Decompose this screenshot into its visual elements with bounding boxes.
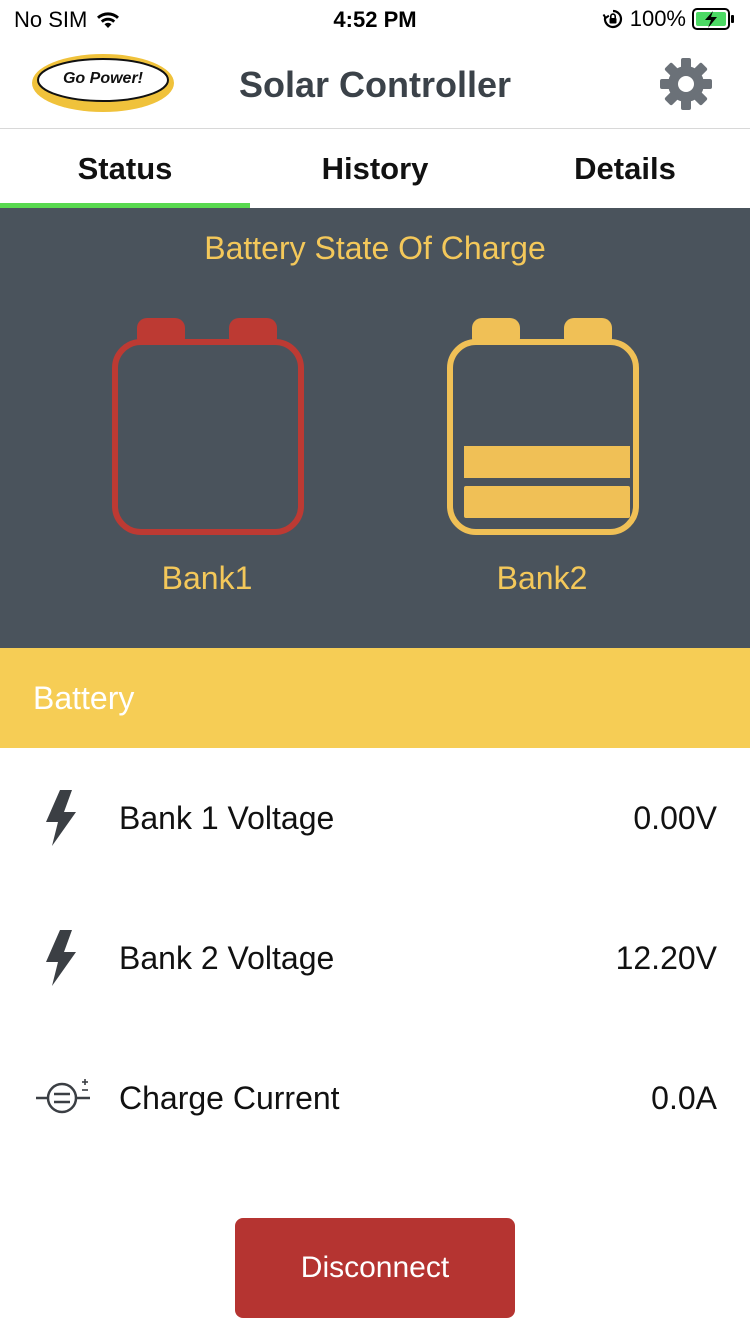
disconnect-button[interactable]: Disconnect xyxy=(235,1218,515,1318)
lightning-icon xyxy=(46,930,76,986)
page-title: Solar Controller xyxy=(238,64,512,105)
status-right: 100% xyxy=(602,6,736,32)
section-title: Battery xyxy=(33,680,135,716)
settings-gear-icon[interactable] xyxy=(658,56,714,112)
charge-current-row: Charge Current 0.0A xyxy=(0,1028,750,1168)
orientation-lock-icon xyxy=(602,9,622,29)
bank2-label: Bank2 xyxy=(496,560,588,596)
soc-title: Battery State Of Charge xyxy=(204,230,546,266)
bank2-voltage-label: Bank 2 Voltage xyxy=(119,940,335,976)
tab-history[interactable]: History xyxy=(250,129,500,208)
bank1-voltage-row: Bank 1 Voltage 0.00V xyxy=(0,748,750,888)
bank1-battery: Bank1 xyxy=(102,316,312,597)
bank1-label: Bank1 xyxy=(161,560,253,596)
tab-bar: Status History Details xyxy=(0,129,750,208)
battery-charging-icon xyxy=(692,8,734,30)
bank1-battery-icon xyxy=(112,318,304,535)
bank2-voltage-row: Bank 2 Voltage 12.20V xyxy=(0,888,750,1028)
tab-details[interactable]: Details xyxy=(500,129,750,208)
current-icon xyxy=(36,1079,90,1114)
app-header: Go Power! Solar Controller xyxy=(0,40,750,129)
bank2-voltage-value: 12.20V xyxy=(615,940,717,976)
battery-state-panel: Battery State Of Charge Bank1 Bank2 xyxy=(0,208,750,648)
bank2-battery: Bank2 xyxy=(437,316,647,597)
lightning-icon xyxy=(46,790,76,846)
bank1-voltage-label: Bank 1 Voltage xyxy=(119,800,335,836)
bank1-voltage-value: 0.00V xyxy=(633,800,717,836)
charge-current-label: Charge Current xyxy=(119,1080,340,1116)
battery-section-header: Battery xyxy=(0,648,750,748)
tab-status[interactable]: Status xyxy=(0,129,250,208)
status-bar: No SIM 4:52 PM 100% xyxy=(0,0,750,40)
charge-current-value: 0.0A xyxy=(651,1080,717,1116)
battery-percent: 100% xyxy=(629,6,686,31)
bank2-battery-icon xyxy=(447,318,639,535)
